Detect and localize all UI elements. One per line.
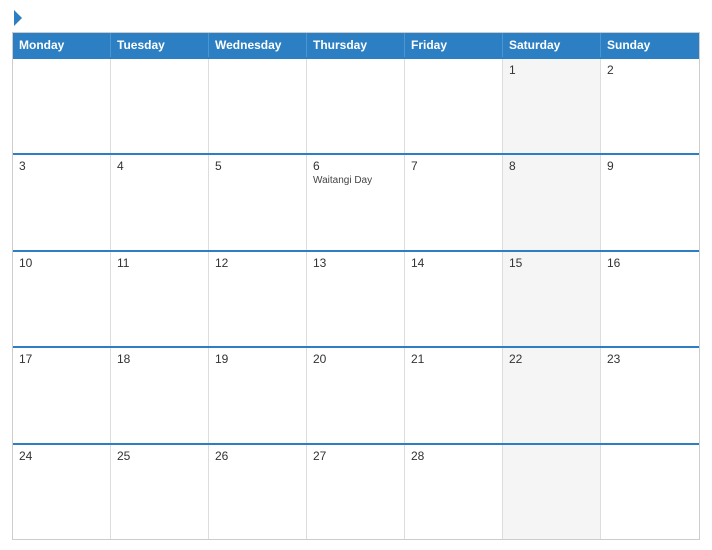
calendar-cell: 4 (111, 155, 209, 249)
day-number: 1 (509, 63, 594, 77)
day-number: 2 (607, 63, 693, 77)
calendar-header: MondayTuesdayWednesdayThursdayFridaySatu… (13, 33, 699, 57)
calendar-cell: 21 (405, 348, 503, 442)
calendar-cell (307, 59, 405, 153)
logo (12, 10, 22, 26)
header-day-sunday: Sunday (601, 33, 699, 57)
calendar-cell: 23 (601, 348, 699, 442)
calendar-week-1: 12 (13, 57, 699, 153)
calendar-cell: 26 (209, 445, 307, 539)
calendar-cell: 24 (13, 445, 111, 539)
day-number: 23 (607, 352, 693, 366)
logo-triangle-icon (14, 10, 22, 26)
day-number: 5 (215, 159, 300, 173)
day-number: 25 (117, 449, 202, 463)
day-number: 17 (19, 352, 104, 366)
calendar-cell: 12 (209, 252, 307, 346)
calendar-cell: 18 (111, 348, 209, 442)
calendar-cell: 28 (405, 445, 503, 539)
header-day-monday: Monday (13, 33, 111, 57)
calendar-cell (111, 59, 209, 153)
calendar-cell: 9 (601, 155, 699, 249)
calendar-cell: 15 (503, 252, 601, 346)
day-number: 15 (509, 256, 594, 270)
calendar-cell (503, 445, 601, 539)
day-number: 20 (313, 352, 398, 366)
calendar-cell: 11 (111, 252, 209, 346)
calendar-cell: 10 (13, 252, 111, 346)
calendar-cell (209, 59, 307, 153)
header-day-thursday: Thursday (307, 33, 405, 57)
calendar-cell: 8 (503, 155, 601, 249)
day-number: 10 (19, 256, 104, 270)
day-number: 27 (313, 449, 398, 463)
calendar-cell: 14 (405, 252, 503, 346)
day-number: 14 (411, 256, 496, 270)
header-day-friday: Friday (405, 33, 503, 57)
day-number: 9 (607, 159, 693, 173)
calendar-grid: MondayTuesdayWednesdayThursdayFridaySatu… (12, 32, 700, 540)
calendar-cell: 16 (601, 252, 699, 346)
calendar-cell: 5 (209, 155, 307, 249)
day-number: 12 (215, 256, 300, 270)
calendar-body: 123456Waitangi Day7891011121314151617181… (13, 57, 699, 539)
day-number: 8 (509, 159, 594, 173)
day-number: 7 (411, 159, 496, 173)
day-number: 4 (117, 159, 202, 173)
day-number: 21 (411, 352, 496, 366)
calendar-page: MondayTuesdayWednesdayThursdayFridaySatu… (0, 0, 712, 550)
calendar-cell: 17 (13, 348, 111, 442)
day-number: 22 (509, 352, 594, 366)
calendar-cell: 7 (405, 155, 503, 249)
day-number: 24 (19, 449, 104, 463)
day-number: 28 (411, 449, 496, 463)
calendar-cell: 1 (503, 59, 601, 153)
calendar-cell (601, 445, 699, 539)
calendar-week-2: 3456 Waitangi Day 789 (13, 153, 699, 249)
calendar-cell: 19 (209, 348, 307, 442)
day-number: 26 (215, 449, 300, 463)
calendar-cell: 27 (307, 445, 405, 539)
calendar-cell: 6 Waitangi Day (307, 155, 405, 249)
header-day-wednesday: Wednesday (209, 33, 307, 57)
day-number: 19 (215, 352, 300, 366)
day-number: 3 (19, 159, 104, 173)
header (12, 10, 700, 26)
day-number: 11 (117, 256, 202, 270)
calendar-cell (405, 59, 503, 153)
day-number: 18 (117, 352, 202, 366)
calendar-week-3: 10 11 12 13 14 15 16 (13, 250, 699, 346)
calendar-cell: 2 (601, 59, 699, 153)
calendar-cell: 22 (503, 348, 601, 442)
calendar-cell: 3 (13, 155, 111, 249)
day-number: 6 (313, 159, 398, 173)
calendar-cell (13, 59, 111, 153)
calendar-event: Waitangi Day (313, 175, 398, 186)
header-day-saturday: Saturday (503, 33, 601, 57)
calendar-cell: 13 (307, 252, 405, 346)
calendar-cell: 25 (111, 445, 209, 539)
calendar-cell: 20 (307, 348, 405, 442)
header-day-tuesday: Tuesday (111, 33, 209, 57)
day-number: 16 (607, 256, 693, 270)
calendar-week-4: 17 18 19 20 21 22 23 (13, 346, 699, 442)
calendar-week-5: 24 25 26 27 28 (13, 443, 699, 539)
day-number: 13 (313, 256, 398, 270)
